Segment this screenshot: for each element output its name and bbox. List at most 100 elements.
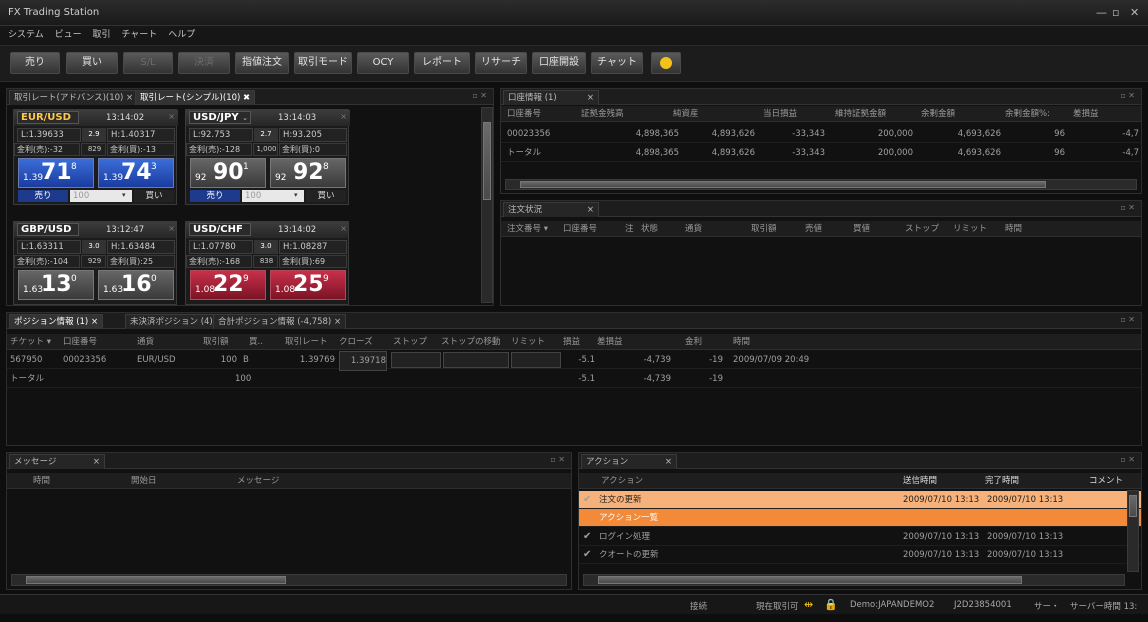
actions-hscrollbar[interactable]: [583, 574, 1125, 586]
table-row[interactable]: ✔ ログイン処理 2009/07/10 13:13 2009/07/10 13:…: [579, 528, 1141, 546]
sell-price-button[interactable]: 1.63 13 0: [18, 270, 94, 300]
limit-cell[interactable]: [511, 352, 561, 368]
col-stop[interactable]: ストップ: [393, 334, 427, 350]
col-currency[interactable]: 通貨: [685, 221, 702, 237]
chevron-down-icon[interactable]: ▾: [122, 191, 126, 199]
panel-controls-icon[interactable]: ▫ ✕: [1120, 455, 1135, 464]
sell-button[interactable]: 売り: [10, 52, 60, 74]
close-icon[interactable]: ✕: [1130, 6, 1139, 19]
col-daily-pl[interactable]: 当日損益: [763, 106, 797, 122]
col-currency[interactable]: 通貨: [137, 334, 154, 350]
col-surplus[interactable]: 余剰金額: [921, 106, 955, 122]
menu-system[interactable]: システム: [8, 30, 44, 40]
report-button[interactable]: レポート: [414, 52, 470, 74]
buy-order-button[interactable]: 買い: [306, 190, 346, 202]
sell-price-button[interactable]: 1.08 22 9: [190, 270, 266, 300]
table-row[interactable]: トータル 4,898,365 4,893,626 -33,343 200,000…: [501, 144, 1141, 162]
col-note[interactable]: 注: [625, 221, 634, 237]
menu-help[interactable]: ヘルプ: [168, 30, 195, 40]
col-trailing-stop[interactable]: ストップの移動: [441, 334, 501, 350]
close-icon[interactable]: ×: [340, 224, 347, 233]
buy-order-button[interactable]: 買い: [134, 190, 174, 202]
col-comment[interactable]: コメント: [1089, 473, 1123, 489]
open-account-button[interactable]: 口座開設: [532, 52, 586, 74]
sell-price-button[interactable]: 1.39 71 8: [18, 158, 94, 188]
sell-price-button[interactable]: 92 90 1: [190, 158, 266, 188]
col-rate[interactable]: 取引レート: [285, 334, 328, 350]
col-done-time[interactable]: 完了時間: [985, 473, 1019, 489]
account-hscrollbar[interactable]: [505, 179, 1137, 190]
clock-button[interactable]: [651, 52, 681, 74]
table-row[interactable]: ✔ クオートの更新 2009/07/10 13:13 2009/07/10 13…: [579, 546, 1141, 564]
table-row[interactable]: 567950 00023356 EUR/USD 100 B 1.39769 1.…: [7, 351, 1141, 371]
buy-price-button[interactable]: 1.08 25 9: [270, 270, 346, 300]
panel-controls-icon[interactable]: ▫ ✕: [1120, 91, 1135, 100]
tab-rates-advanced[interactable]: 取引レート(アドバンス)(10) ×: [9, 90, 139, 105]
col-limit[interactable]: リミット: [511, 334, 545, 350]
col-gross-pl[interactable]: 差損益: [597, 334, 623, 350]
col-close[interactable]: クローズ: [339, 334, 373, 350]
col-pl[interactable]: 損益: [563, 334, 580, 350]
col-interest[interactable]: 金利: [685, 334, 702, 350]
col-action[interactable]: アクション: [601, 473, 643, 489]
col-start-date[interactable]: 開始日: [131, 473, 157, 489]
col-status[interactable]: 状態: [641, 221, 658, 237]
restore-icon[interactable]: ▫: [1112, 6, 1119, 19]
rates-scroll-thumb[interactable]: [483, 122, 491, 200]
research-button[interactable]: リサーチ: [475, 52, 527, 74]
tab-messages[interactable]: メッセージ ×: [9, 454, 105, 469]
tab-total-positions[interactable]: 合計ポジション情報 (-4,758) ×: [213, 314, 347, 329]
col-maintenance-margin[interactable]: 維持証拠金額: [835, 106, 886, 122]
tab-actions[interactable]: アクション ×: [581, 454, 677, 469]
buy-button[interactable]: 買い: [66, 52, 118, 74]
col-account-number[interactable]: 口座番号: [563, 221, 597, 237]
chat-button[interactable]: チャット: [591, 52, 643, 74]
close-position-button[interactable]: 決済: [178, 52, 230, 74]
buy-price-button[interactable]: 92 92 8: [270, 158, 346, 188]
messages-hscrollbar[interactable]: [11, 574, 567, 586]
col-amount[interactable]: 取引額: [751, 221, 777, 237]
col-message[interactable]: メッセージ: [237, 473, 279, 489]
buy-price-button[interactable]: 1.63 16 0: [98, 270, 174, 300]
tab-account-info[interactable]: 口座情報 (1) ×: [503, 90, 599, 105]
limit-order-button[interactable]: 指値注文: [235, 52, 289, 74]
account-hscroll-thumb[interactable]: [520, 181, 1046, 188]
col-limit[interactable]: リミット: [953, 221, 987, 237]
col-order-number[interactable]: 注文番号 ▾: [507, 221, 548, 237]
col-time[interactable]: 時間: [1005, 221, 1022, 237]
currency-pair-select[interactable]: USD/JPY ⌄: [189, 111, 251, 124]
table-row[interactable]: 00023356 4,898,365 4,893,626 -33,343 200…: [501, 125, 1141, 143]
menu-view[interactable]: ビュー: [55, 30, 82, 40]
col-gross-pl[interactable]: 差損益: [1073, 106, 1099, 122]
tab-rates-simple[interactable]: 取引レート(シンプル)(10) ✖: [135, 90, 256, 105]
minimize-icon[interactable]: —: [1096, 6, 1107, 19]
col-amount[interactable]: 取引額: [203, 334, 229, 350]
col-account-number[interactable]: 口座番号: [63, 334, 97, 350]
stop-limit-button[interactable]: S/L: [123, 52, 173, 74]
menu-trade[interactable]: 取引: [93, 30, 111, 40]
chevron-down-icon[interactable]: ▾: [294, 191, 298, 199]
col-stop[interactable]: ストップ: [905, 221, 939, 237]
actions-vscroll-thumb[interactable]: [1129, 495, 1137, 517]
col-sent-time[interactable]: 送信時間: [903, 473, 937, 489]
close-icon[interactable]: ×: [168, 224, 175, 233]
col-time[interactable]: 時間: [33, 473, 50, 489]
col-margin-balance[interactable]: 証拠金残高: [581, 106, 624, 122]
currency-pair-select[interactable]: GBP/USD ⌄: [17, 223, 79, 245]
sell-order-button[interactable]: 売り: [18, 190, 68, 202]
col-time[interactable]: 時間: [733, 334, 750, 350]
actions-vscrollbar[interactable]: [1127, 490, 1139, 572]
tab-positions[interactable]: ポジション情報 (1) ×: [9, 314, 104, 329]
trailing-stop-cell[interactable]: [443, 352, 509, 368]
table-row[interactable]: アクション一覧: [579, 509, 1141, 527]
col-side[interactable]: 買..: [249, 334, 263, 350]
tab-order-status[interactable]: 注文状況 ×: [503, 202, 599, 217]
col-ticket[interactable]: チケット ▾: [10, 334, 51, 350]
panel-controls-icon[interactable]: ▫ ✕: [550, 455, 565, 464]
col-account-number[interactable]: 口座番号: [507, 106, 541, 122]
panel-controls-icon[interactable]: ▫ ✕: [472, 91, 487, 100]
ocy-button[interactable]: OCY: [357, 52, 409, 74]
currency-pair-select[interactable]: USD/CHF ⌄: [189, 223, 251, 245]
sell-order-button[interactable]: 売り: [190, 190, 240, 202]
menu-chart[interactable]: チャート: [121, 30, 157, 40]
